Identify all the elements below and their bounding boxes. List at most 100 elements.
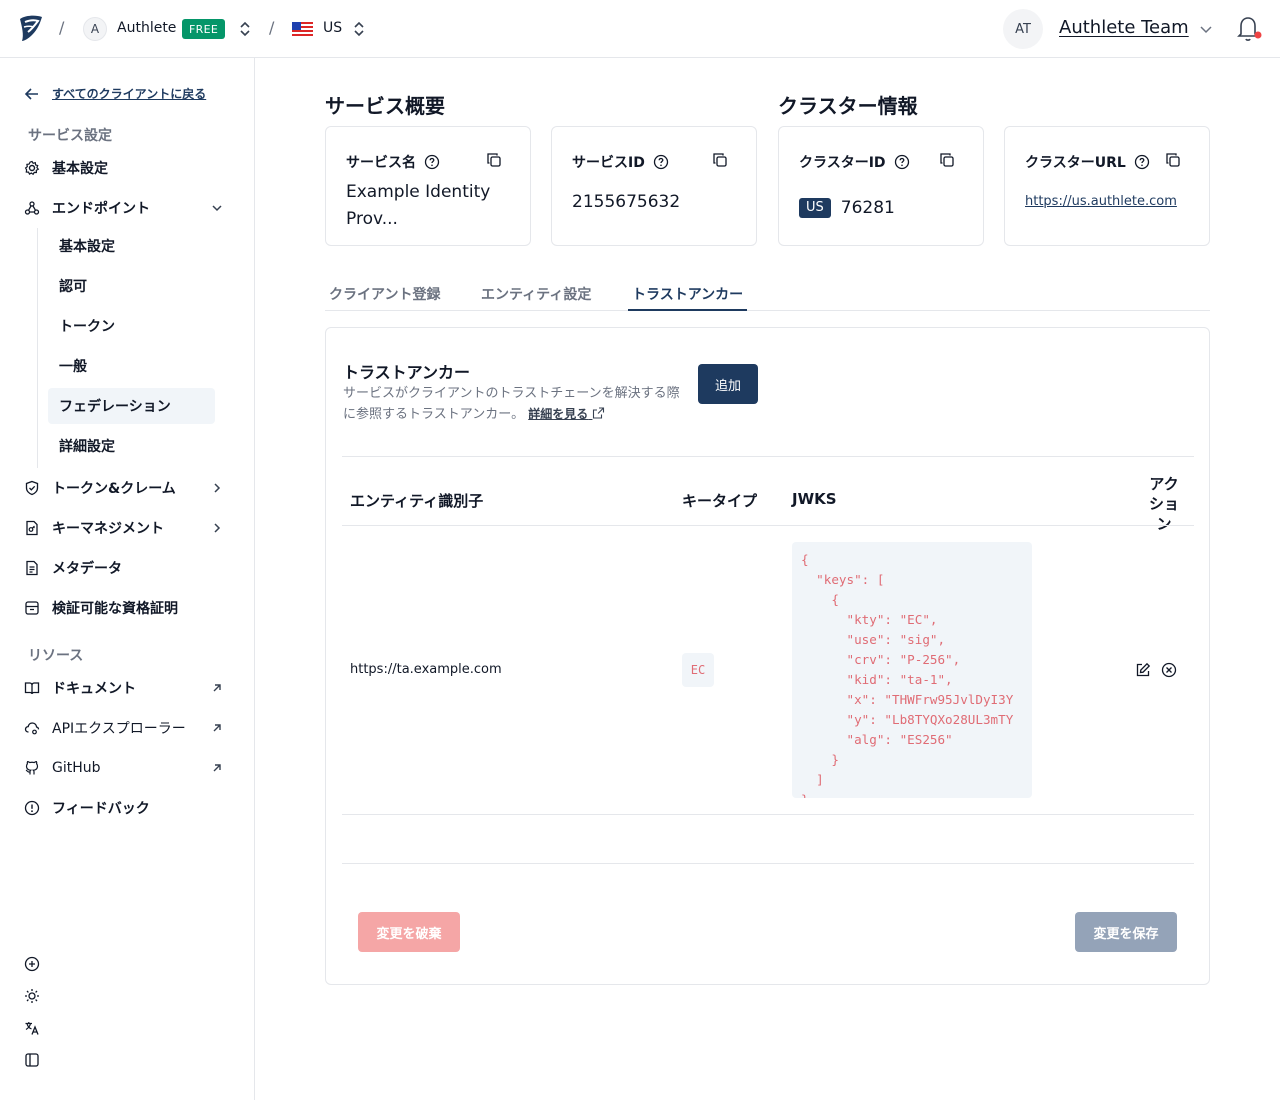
sidebar-subitem-general[interactable]: 一般 xyxy=(48,348,215,384)
row-key-type-chip: EC xyxy=(682,653,714,687)
panel-title: トラストアンカー xyxy=(343,363,471,382)
external-link-icon xyxy=(593,407,605,419)
top-bar: / A Authlete FREE / US AT Authlete Team xyxy=(0,0,1280,58)
chevron-right-icon xyxy=(214,523,221,533)
org-name[interactable]: Authlete xyxy=(117,20,176,36)
row-jwks-code-block[interactable]: { "keys": [ { "kty": "EC", "use": "sig",… xyxy=(792,542,1032,798)
discard-changes-button[interactable]: 変更を破棄 xyxy=(358,912,460,952)
learn-more-link[interactable]: 詳細を見る xyxy=(528,407,605,421)
section-title-resources: リソース xyxy=(28,648,84,664)
copy-icon[interactable] xyxy=(486,152,502,168)
external-arrow-icon xyxy=(213,764,221,772)
arrow-left-icon xyxy=(24,87,38,100)
service-name-card: サービス名 Example Identity Prov... xyxy=(325,126,531,246)
breadcrumb-separator: / xyxy=(269,18,275,37)
copy-icon[interactable] xyxy=(712,152,728,168)
sidebar-subitem-token[interactable]: トークン xyxy=(48,308,215,344)
archive-icon xyxy=(25,601,39,615)
settings-tabs: クライアント登録 エンティティ設定 トラストアンカー xyxy=(325,280,1210,311)
card-title-row: サービスID xyxy=(572,152,669,172)
card-title: クラスターID xyxy=(799,155,886,171)
tab-trust-anchor[interactable]: トラストアンカー xyxy=(628,284,748,311)
cluster-url-card: クラスターURL https://us.authlete.com xyxy=(1004,126,1210,246)
table-footer-divider xyxy=(342,863,1194,864)
user-menu-button[interactable]: Authlete Team xyxy=(1059,17,1189,38)
help-circle-icon[interactable] xyxy=(653,154,669,170)
help-circle-icon[interactable] xyxy=(894,154,910,170)
region-switch-icon[interactable] xyxy=(352,20,366,38)
sidebar-item-label: フィードバック xyxy=(52,801,150,817)
sidebar-subitem-basic[interactable]: 基本設定 xyxy=(48,228,215,264)
org-switch-icon[interactable] xyxy=(238,20,252,38)
tab-entity-configuration[interactable]: エンティティ設定 xyxy=(477,284,595,311)
sidebar-item-api-explorer[interactable]: APIエクスプローラー xyxy=(24,711,234,745)
sidebar-item-label: キーマネジメント xyxy=(52,521,164,537)
sidebar-item-label: GitHub xyxy=(52,760,101,776)
copy-icon[interactable] xyxy=(939,152,955,168)
card-title-row: クラスターID xyxy=(799,152,910,172)
book-open-icon xyxy=(24,682,40,695)
sun-icon[interactable] xyxy=(24,988,40,1004)
sidebar-item-tokens-claims[interactable]: トークン&クレーム xyxy=(24,471,234,505)
sidebar-subitem-advanced[interactable]: 詳細設定 xyxy=(48,428,215,464)
add-trust-anchor-button[interactable]: 追加 xyxy=(698,364,758,404)
tab-client-registration[interactable]: クライアント登録 xyxy=(325,284,444,311)
sidebar-item-label: 検証可能な資格証明 xyxy=(52,601,178,617)
sidebar-item-metadata[interactable]: メタデータ xyxy=(24,551,234,585)
save-changes-button[interactable]: 変更を保存 xyxy=(1075,912,1177,952)
authlete-logo-icon[interactable] xyxy=(16,13,44,43)
github-icon xyxy=(25,760,39,775)
panel-description-text: サービスがクライアントのトラストチェーンを解決する際に参照するトラストアンカー。 xyxy=(343,386,680,422)
sidebar-subitem-authorization[interactable]: 認可 xyxy=(48,268,215,304)
translate-icon[interactable] xyxy=(24,1020,40,1036)
service-name-value: Example Identity Prov... xyxy=(346,182,491,229)
submenu-rail xyxy=(37,228,38,468)
sidebar-item-documents[interactable]: ドキュメント xyxy=(24,671,234,705)
external-arrow-icon xyxy=(213,724,221,732)
service-id-card: サービスID 2155675632 xyxy=(551,126,757,246)
notification-bell-icon[interactable] xyxy=(1236,14,1262,42)
chevron-down-icon[interactable] xyxy=(1198,22,1214,36)
cluster-url-link[interactable]: https://us.authlete.com xyxy=(1025,194,1177,209)
us-flag-icon xyxy=(292,22,313,36)
cluster-id-value-row: US 76281 xyxy=(799,195,895,222)
gear-icon xyxy=(24,160,40,176)
sidebar-item-endpoints[interactable]: エンドポイント xyxy=(24,191,234,225)
column-header-entity-id: エンティティ識別子 xyxy=(350,492,484,510)
plus-circle-icon[interactable] xyxy=(24,956,40,972)
sidebar-item-basic-settings[interactable]: 基本設定 xyxy=(24,151,234,185)
delete-x-circle-icon[interactable] xyxy=(1161,662,1177,678)
sidebar-item-feedback[interactable]: フィードバック xyxy=(24,791,234,825)
sidebar-item-label: 基本設定 xyxy=(52,161,108,177)
sidebar-item-verifiable-credentials[interactable]: 検証可能な資格証明 xyxy=(24,591,234,625)
panel-description: サービスがクライアントのトラストチェーンを解決する際に参照するトラストアンカー。… xyxy=(343,384,683,425)
copy-icon[interactable] xyxy=(1165,152,1181,168)
edit-icon[interactable] xyxy=(1135,662,1151,678)
cluster-id-card: クラスターID US 76281 xyxy=(778,126,984,246)
card-title: サービス名 xyxy=(346,155,416,171)
table-header-divider xyxy=(342,525,1194,526)
help-circle-icon[interactable] xyxy=(1134,154,1150,170)
webhook-icon xyxy=(24,201,40,215)
table-divider xyxy=(342,456,1194,457)
sidebar: すべてのクライアントに戻る サービス設定 基本設定 エンドポイント 基本設定 認… xyxy=(0,58,255,1100)
panel-left-icon[interactable] xyxy=(24,1052,40,1068)
help-circle-icon[interactable] xyxy=(424,154,440,170)
column-header-key-type: キータイプ xyxy=(682,492,758,510)
region-name[interactable]: US xyxy=(323,20,342,36)
service-overview-heading: サービス概要 xyxy=(325,94,445,118)
back-to-clients-link[interactable]: すべてのクライアントに戻る xyxy=(24,85,206,102)
sidebar-item-key-management[interactable]: キーマネジメント xyxy=(24,511,234,545)
sidebar-item-label: メタデータ xyxy=(52,561,122,577)
trust-anchor-panel: トラストアンカー サービスがクライアントのトラストチェーンを解決する際に参照する… xyxy=(325,327,1210,985)
org-avatar: A xyxy=(83,17,107,41)
sidebar-subitem-federation[interactable]: フェデレーション xyxy=(48,388,215,424)
sidebar-item-github[interactable]: GitHub xyxy=(24,751,234,785)
sidebar-item-label: トークン&クレーム xyxy=(52,481,176,497)
jwks-code: { "keys": [ { "kty": "EC", "use": "sig",… xyxy=(801,552,1014,798)
back-link-label: すべてのクライアントに戻る xyxy=(52,87,207,101)
section-title-service-settings: サービス設定 xyxy=(28,128,112,144)
breadcrumb-separator: / xyxy=(59,18,65,37)
user-avatar[interactable]: AT xyxy=(1003,9,1043,49)
cluster-id-value: 76281 xyxy=(840,198,895,218)
